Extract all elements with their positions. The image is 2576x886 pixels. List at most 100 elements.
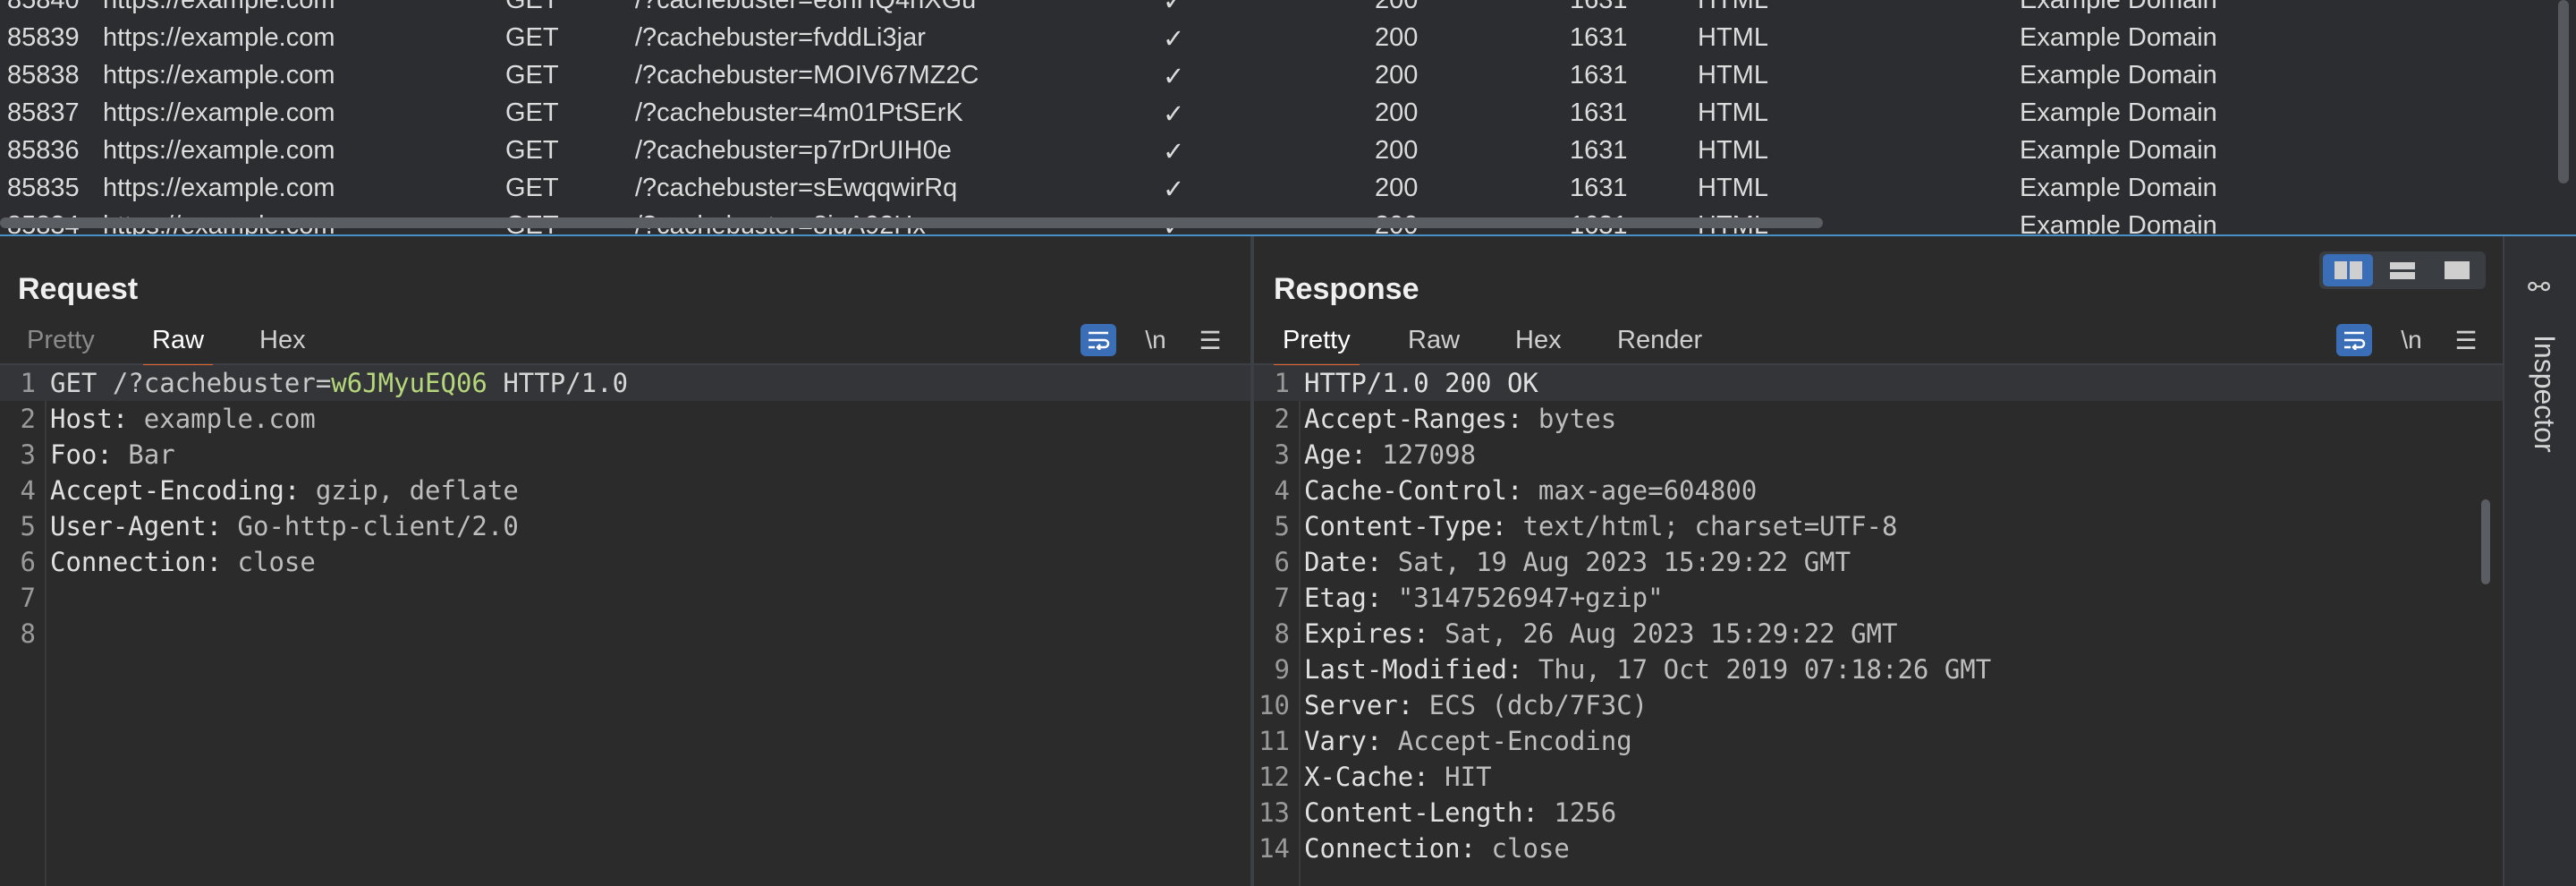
cell-mime: HTML xyxy=(1698,61,1768,89)
header-name: Accept-Ranges: xyxy=(1304,404,1523,434)
cell-title: Example Domain xyxy=(2020,174,2217,202)
cell-length: 1631 xyxy=(1570,98,1628,127)
response-panel: Response Pretty Raw Hex Render \n ☰ 1 HTT… xyxy=(1254,236,2503,886)
header-value: Thu, 17 Oct 2019 07:18:26 GMT xyxy=(1522,654,1992,685)
code-line: 7 Etag: "3147526947+gzip" xyxy=(1254,580,2503,616)
header-name: Expires: xyxy=(1304,618,1429,649)
line-number: 14 xyxy=(1258,833,1290,864)
line-number: 7 xyxy=(20,583,36,613)
wrap-lines-icon[interactable] xyxy=(2336,324,2372,356)
vertical-scrollbar[interactable] xyxy=(2558,0,2569,183)
cell-method: GET xyxy=(505,136,559,165)
cell-mime: HTML xyxy=(1698,174,1768,202)
cell-id: 85837 xyxy=(7,98,80,127)
table-row[interactable]: 85838 https://example.com GET /?cachebuster… xyxy=(0,57,2558,95)
code-line: 6 Date: Sat, 19 Aug 2023 15:29:22 GMT xyxy=(1254,544,2503,580)
line-content: Last-Modified: Thu, 17 Oct 2019 07:18:26… xyxy=(1304,652,1991,687)
single-layout-button[interactable] xyxy=(2432,254,2482,286)
line-number: 2 xyxy=(1274,404,1290,434)
code-line: 13 Content-Length: 1256 xyxy=(1254,795,2503,831)
line-content: HTTP/1.0 200 OK xyxy=(1304,365,1538,401)
code-line: 12 X-Cache: HIT xyxy=(1254,759,2503,795)
header-name: Age: xyxy=(1304,439,1367,470)
code-line: 11 Vary: Accept-Encoding xyxy=(1254,723,2503,759)
cell-edited: ✓ xyxy=(1163,175,1185,204)
header-value: Go-http-client/2.0 xyxy=(222,511,519,541)
response-editor[interactable]: 1 HTTP/1.0 200 OK 2 Accept-Ranges: bytes 3 Ag… xyxy=(1254,365,2503,886)
inspector-sidebar[interactable]: ⚯ Inspector xyxy=(2503,236,2576,886)
header-name: Host: xyxy=(50,404,129,434)
header-name: Foo: xyxy=(50,439,113,470)
cell-url: /?cachebuster=p7rDrUIH0e xyxy=(635,136,952,165)
request-editor[interactable]: 1 GET /?cachebuster=w6JMyuEQ06 HTTP/1.0 2 H… xyxy=(0,365,1250,886)
table-row[interactable]: 85839 https://example.com GET /?cachebuster… xyxy=(0,20,2558,57)
line-content: Content-Type: text/html; charset=UTF-8 xyxy=(1304,508,1897,544)
code-line: 3 Foo: Bar xyxy=(0,437,1250,473)
header-name: Accept-Encoding: xyxy=(50,475,301,506)
line-number: 8 xyxy=(20,618,36,649)
header-name: Vary: xyxy=(1304,726,1383,756)
cell-id: 85835 xyxy=(7,174,80,202)
header-value: close xyxy=(222,547,316,577)
code-line: 6 Connection: close xyxy=(0,544,1250,580)
header-value: Bar xyxy=(112,439,175,470)
line-content: Date: Sat, 19 Aug 2023 15:29:22 GMT xyxy=(1304,544,1851,580)
header-name: Content-Type: xyxy=(1304,511,1507,541)
tab-pretty[interactable]: Pretty xyxy=(18,326,104,364)
cell-title: Example Domain xyxy=(2020,136,2217,165)
header-value: example.com xyxy=(128,404,316,434)
response-scrollbar[interactable] xyxy=(2481,499,2490,584)
line-number: 6 xyxy=(20,547,36,577)
tab-render[interactable]: Render xyxy=(1608,326,1711,364)
code-line: 7 xyxy=(0,580,1250,616)
tab-pretty[interactable]: Pretty xyxy=(1274,326,1360,368)
tab-raw[interactable]: Raw xyxy=(143,326,214,368)
columns-icon xyxy=(2334,261,2362,279)
cell-mime: HTML xyxy=(1698,136,1768,165)
tab-hex[interactable]: Hex xyxy=(250,326,315,364)
line-content: Server: ECS (dcb/7F3C) xyxy=(1304,687,1648,723)
request-line-param: w6JMyuEQ06 xyxy=(331,368,487,398)
line-number: 4 xyxy=(1274,475,1290,506)
stacked-layout-button[interactable] xyxy=(2377,254,2428,286)
newline-toggle[interactable]: \n xyxy=(1138,324,1174,356)
tab-raw[interactable]: Raw xyxy=(1399,326,1469,364)
table-row[interactable]: 85836 https://example.com GET /?cachebuster… xyxy=(0,132,2558,170)
header-value: ECS (dcb/7F3C) xyxy=(1413,690,1648,720)
cell-edited: ✓ xyxy=(1163,63,1185,91)
table-row[interactable]: 85837 https://example.com GET /?cachebuster… xyxy=(0,95,2558,132)
request-line-suffix: HTTP/1.0 xyxy=(487,368,629,398)
code-line: 5 User-Agent: Go-http-client/2.0 xyxy=(0,508,1250,544)
header-name: X-Cache: xyxy=(1304,762,1429,792)
cell-url: /?cachebuster=e8nHQ4hXGu xyxy=(635,0,977,14)
newline-toggle[interactable]: \n xyxy=(2394,324,2429,356)
code-line: 5 Content-Type: text/html; charset=UTF-8 xyxy=(1254,508,2503,544)
rows-icon xyxy=(2390,261,2415,279)
menu-icon[interactable]: ☰ xyxy=(2448,324,2484,356)
status-line: HTTP/1.0 200 OK xyxy=(1304,368,1538,398)
tab-hex[interactable]: Hex xyxy=(1506,326,1571,364)
response-tabs: Pretty Raw Hex Render \n ☰ xyxy=(1254,320,2503,368)
cell-title: Example Domain xyxy=(2020,211,2217,236)
cell-method: GET xyxy=(505,174,559,202)
table-row[interactable]: 85840 https://example.com GET /?cachebuster… xyxy=(0,0,2558,20)
horizontal-scrollbar[interactable] xyxy=(0,217,1823,228)
line-number: 11 xyxy=(1258,726,1290,756)
cell-edited: ✓ xyxy=(1163,138,1185,166)
table-row[interactable]: 85835 https://example.com GET /?cachebuster… xyxy=(0,170,2558,208)
code-line: 1 GET /?cachebuster=w6JMyuEQ06 HTTP/1.0 xyxy=(0,365,1250,401)
header-value: Sat, 19 Aug 2023 15:29:22 GMT xyxy=(1382,547,1852,577)
header-value: Sat, 26 Aug 2023 15:29:22 GMT xyxy=(1428,618,1898,649)
header-name: Connection: xyxy=(50,547,223,577)
cell-id: 85840 xyxy=(7,0,80,14)
menu-icon[interactable]: ☰ xyxy=(1192,324,1228,356)
wrap-lines-icon[interactable] xyxy=(1080,324,1116,356)
cell-host: https://example.com xyxy=(103,98,335,127)
single-panel-icon xyxy=(2445,261,2470,279)
line-number: 3 xyxy=(20,439,36,470)
cell-method: GET xyxy=(505,0,559,14)
header-value: close xyxy=(1476,833,1570,864)
request-line-prefix: GET xyxy=(50,368,113,398)
line-content: User-Agent: Go-http-client/2.0 xyxy=(50,508,519,544)
side-by-side-layout-button[interactable] xyxy=(2323,254,2373,286)
